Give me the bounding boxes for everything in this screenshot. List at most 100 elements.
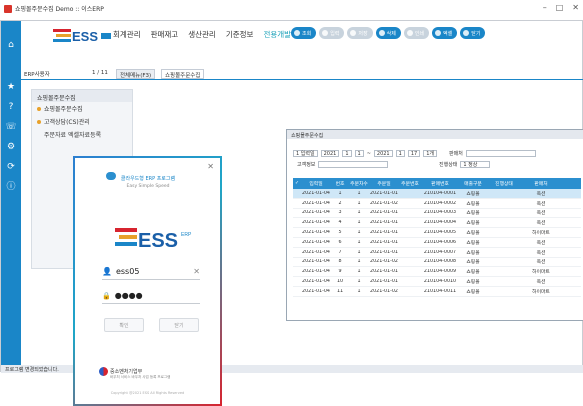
submenu-title: 쇼핑몰주문수집: [32, 90, 132, 102]
brand-title: 클라우드형 ERP 프로그램: [120, 176, 176, 182]
submenu-item-excel-import[interactable]: 주문자료 엑셀자료등록: [32, 128, 132, 141]
user-icon: 👤: [102, 267, 112, 276]
table-row[interactable]: 2021-01-04 1 1 2021-01-01 210104-0001 쇼핑몰 옥션: [293, 189, 581, 199]
minimize-icon[interactable]: –: [543, 3, 547, 12]
table-row[interactable]: 2021-01-04 9 1 2021-01-01 210104-0009 쇼핑몰 하이마트: [293, 267, 581, 278]
help-icon[interactable]: ?: [5, 101, 17, 113]
window-titlebar: 쇼핑몰주문수집 Demo :: 이스ERP – □ ✕: [0, 0, 583, 17]
grid-header-cell[interactable]: 주문차수: [349, 180, 369, 187]
info-icon[interactable]: ⓘ: [5, 181, 17, 193]
svg-text:ESS: ESS: [138, 230, 178, 252]
grid-header-cell[interactable]: 판매번호: [421, 180, 459, 187]
excel-button[interactable]: 엑셀: [432, 27, 458, 39]
seller-input[interactable]: [465, 150, 536, 157]
submenu-item-cs[interactable]: 고객상담(CS)관리: [32, 115, 132, 128]
menu-master-data[interactable]: 기준정보: [226, 29, 254, 40]
tab-all-menu[interactable]: 전체메뉴(F3): [116, 69, 156, 79]
grid-cell: 2021-01-04: [302, 269, 330, 275]
excel-icon: [435, 30, 442, 36]
tab-order-collect[interactable]: 쇼핑몰주문수집: [161, 69, 205, 79]
grid-header-cell[interactable]: 입력일: [301, 180, 331, 187]
menu-sales-inventory[interactable]: 판매재고: [151, 29, 179, 40]
print-button[interactable]: 인쇄: [403, 27, 430, 39]
submenu-item-order-collect[interactable]: 쇼핑몰주문수집: [32, 102, 132, 115]
save-button[interactable]: 저장: [347, 27, 373, 39]
table-row[interactable]: 2021-01-04 11 1 2021-01-02 210104-0011 쇼핑몰 하이마…: [293, 287, 581, 297]
table-row[interactable]: 2021-01-04 5 1 2021-01-01 210104-0005 쇼핑몰 하이마트: [293, 228, 581, 238]
table-row[interactable]: 2021-01-04 7 1 2021-01-01 210104-0007 쇼핑몰 옥션: [293, 248, 581, 258]
grid-cell: 2021-01-02: [370, 288, 398, 294]
grid-header-cell[interactable]: 매출구분: [459, 180, 487, 187]
new-button[interactable]: 입력: [319, 27, 345, 39]
grid-cell: 210104-0002: [423, 200, 457, 206]
delete-button[interactable]: 삭제: [375, 27, 401, 39]
close-icon[interactable]: ✕: [572, 3, 579, 12]
grid-cell: 쇼핑몰: [466, 289, 480, 295]
table-row[interactable]: 2021-01-04 10 1 2021-01-01 210104-0010 쇼핑몰 옥션: [293, 277, 581, 287]
status-select[interactable]: 1 정상: [460, 161, 491, 168]
grid-cell: 2021-01-04: [302, 259, 330, 265]
grid-cell: 210104-0008: [423, 259, 457, 265]
grid-cell: 쇼핑몰: [466, 221, 480, 227]
grid-cell: 9: [338, 269, 342, 275]
settings-icon[interactable]: ⚙: [5, 141, 17, 153]
grid-cell: 2021-01-01: [370, 239, 398, 245]
grid-cell: 1: [357, 259, 361, 265]
cancel-button[interactable]: 닫기: [159, 318, 199, 332]
password-field[interactable]: 🔒 ●●●●: [102, 288, 200, 304]
support-icon[interactable]: ☏: [5, 121, 17, 133]
date-type-select[interactable]: 1 입력일: [293, 150, 318, 157]
tabs-bar: ERP사용자 1 / 11 전체메뉴(F3) 쇼핑몰주문수집: [21, 69, 583, 79]
ministry-subtitle: 바우처 서비스 바우처 사업 등록 프로그램: [110, 375, 171, 379]
start-month[interactable]: 1: [342, 150, 352, 157]
grid-cell: 1: [357, 220, 361, 226]
lock-icon: 🔒: [102, 291, 111, 300]
period-select[interactable]: 1개: [423, 150, 437, 157]
grid-cell: 2021-01-01: [370, 230, 398, 236]
star-icon[interactable]: ★: [5, 81, 17, 93]
username-field[interactable]: 👤 ess05 ✕: [102, 264, 200, 280]
table-row[interactable]: 2021-01-04 2 1 2021-01-02 210104-0002 쇼핑몰 옥션: [293, 199, 581, 209]
menu-accounting[interactable]: 회계관리: [113, 29, 141, 40]
table-row[interactable]: 2021-01-04 8 1 2021-01-02 210104-0008 쇼핑몰 옥션: [293, 258, 581, 268]
grid-header-cell[interactable]: 주문일: [369, 180, 399, 187]
close-button[interactable]: 닫기: [460, 27, 486, 39]
customer-input[interactable]: [318, 161, 389, 168]
end-year[interactable]: 2021: [373, 150, 393, 157]
home-icon[interactable]: ⌂: [5, 39, 17, 51]
confirm-button[interactable]: 확인: [104, 318, 144, 332]
table-row[interactable]: 2021-01-04 4 1 2021-01-01 210104-0004 쇼핑몰 옥션: [293, 218, 581, 229]
close-icon[interactable]: ✕: [207, 162, 214, 171]
end-day[interactable]: 17: [407, 150, 421, 157]
grid-cell: 1: [357, 239, 361, 245]
table-row[interactable]: 2021-01-04 3 1 2021-01-01 210104-0003 쇼핑몰 옥션: [293, 209, 581, 219]
grid-header-cell[interactable]: 진행상태: [487, 180, 521, 187]
grid-cell: 옥션: [536, 191, 546, 197]
order-grid: ✓ 입력일 번호 주문차수 주문일 주문번호 판매번호 매출구분 진행상태 판매처 2021-01…: [293, 178, 581, 297]
update-icon[interactable]: ⟳: [5, 161, 17, 173]
start-year[interactable]: 2021: [320, 150, 340, 157]
grid-header-cell[interactable]: 주문번호: [399, 180, 421, 187]
table-row[interactable]: 2021-01-04 6 1 2021-01-01 210104-0006 쇼핑몰 옥션: [293, 238, 581, 248]
grid-cell: 210104-0005: [423, 230, 457, 236]
menu-production[interactable]: 생산관리: [188, 29, 216, 40]
grid-cell: 2021-01-01: [370, 190, 398, 196]
grid-cell: 옥션: [536, 260, 546, 266]
grid-header-cell[interactable]: 판매처: [521, 180, 561, 187]
grid-header-cell[interactable]: 번호: [331, 180, 349, 187]
grid-cell: 6: [338, 239, 342, 245]
start-day[interactable]: 1: [354, 150, 364, 157]
search-button[interactable]: 조회: [291, 27, 317, 39]
menu-custom-dev[interactable]: 전용개발: [263, 29, 291, 40]
grid-header-cell[interactable]: ✓: [293, 181, 301, 186]
brand-subtitle: Easy Simple Speed: [126, 184, 170, 189]
grid-cell: 옥션: [536, 201, 546, 207]
end-month[interactable]: 1: [395, 150, 405, 157]
clear-icon[interactable]: ✕: [193, 267, 200, 276]
grid-cell: 2021-01-01: [370, 210, 398, 216]
grid-cell: 210104-0004: [423, 220, 457, 226]
maximize-icon[interactable]: □: [556, 3, 564, 12]
grid-cell: 3: [338, 210, 342, 216]
status-filter: 진행상태 1 정상: [439, 161, 491, 168]
close-icon: [463, 30, 470, 36]
